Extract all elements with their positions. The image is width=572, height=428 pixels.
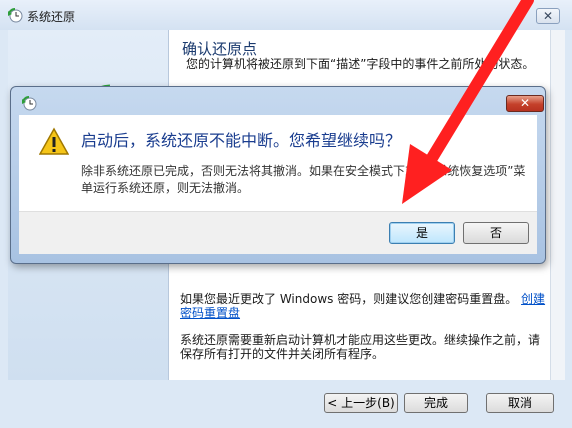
no-button[interactable]: 否 xyxy=(463,222,529,244)
password-hint: 如果您最近更改了 Windows 密码，则建议您创建密码重置盘。 创建密码重置盘 xyxy=(180,292,550,320)
confirm-dialog: ✕ 启动后，系统还原不能中断。您希望继续吗？ 除非系统还原已完成，否则无法将其撤… xyxy=(10,86,546,264)
password-hint-text: 如果您最近更改了 Windows 密码，则建议您创建密码重置盘。 xyxy=(180,292,518,306)
restart-notice: 系统还原需要重新启动计算机才能应用这些更改。继续操作之前，请保存所有打开的文件并… xyxy=(180,333,541,361)
back-button[interactable]: < 上一步(B) xyxy=(324,393,398,413)
dialog-button-bar: 是 否 xyxy=(19,211,537,254)
cancel-button[interactable]: 取消 xyxy=(486,393,554,413)
finish-button[interactable]: 完成 xyxy=(404,393,468,413)
dialog-close-button[interactable]: ✕ xyxy=(506,95,544,112)
dialog-body: 启动后，系统还原不能中断。您希望继续吗？ 除非系统还原已完成，否则无法将其撤消。… xyxy=(19,115,537,211)
window-title: 系统还原 xyxy=(27,10,76,24)
window-close-button[interactable]: ✕ xyxy=(536,8,560,24)
scrollbar[interactable] xyxy=(550,30,565,380)
warning-icon xyxy=(39,127,69,155)
yes-button[interactable]: 是 xyxy=(389,222,455,244)
system-restore-icon xyxy=(8,7,23,23)
dialog-detail: 除非系统还原已完成，否则无法将其撤消。如果在安全模式下或从“系统恢复选项”菜单运… xyxy=(81,164,526,195)
window-titlebar: 系统还原 ✕ xyxy=(0,0,572,30)
dialog-question: 启动后，系统还原不能中断。您希望继续吗？ xyxy=(81,131,402,150)
page-description: 您的计算机将被还原到下面“描述”字段中的事件之前所处的状态。 xyxy=(186,57,535,71)
page-title: 确认还原点 xyxy=(182,40,258,58)
system-restore-icon xyxy=(22,95,37,111)
